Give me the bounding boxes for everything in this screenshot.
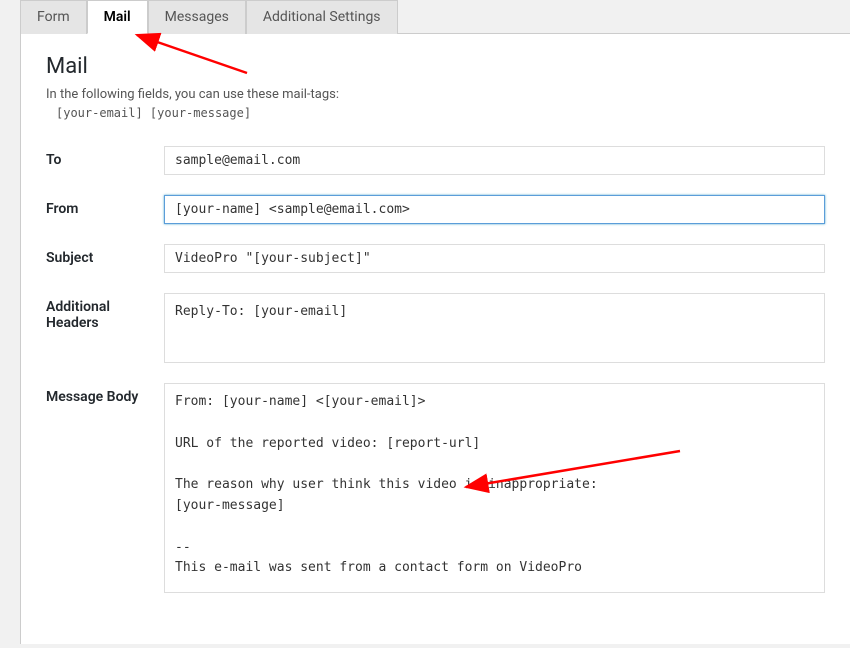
tab-additional-settings[interactable]: Additional Settings [246, 0, 398, 34]
label-to: To [46, 146, 164, 168]
label-subject: Subject [46, 244, 164, 266]
row-additional-headers: Additional Headers [46, 293, 825, 363]
row-subject: Subject [46, 244, 825, 273]
input-from[interactable] [164, 195, 825, 224]
label-additional-headers: Additional Headers [46, 293, 164, 331]
tab-mail[interactable]: Mail [87, 0, 148, 34]
label-message-body: Message Body [46, 383, 164, 405]
tab-messages[interactable]: Messages [148, 0, 246, 34]
label-from: From [46, 195, 164, 217]
textarea-message-body[interactable] [164, 383, 825, 593]
section-title: Mail [46, 54, 825, 79]
tab-bar: Form Mail Messages Additional Settings [20, 0, 850, 34]
tab-form[interactable]: Form [20, 0, 87, 34]
row-to: To [46, 146, 825, 175]
textarea-additional-headers[interactable] [164, 293, 825, 363]
mail-panel: Mail In the following fields, you can us… [20, 34, 850, 644]
section-description: In the following fields, you can use the… [46, 87, 825, 102]
input-to[interactable] [164, 146, 825, 175]
mail-tags-list: [your-email] [your-message] [56, 106, 825, 120]
input-subject[interactable] [164, 244, 825, 273]
row-from: From [46, 195, 825, 224]
row-message-body: Message Body [46, 383, 825, 593]
